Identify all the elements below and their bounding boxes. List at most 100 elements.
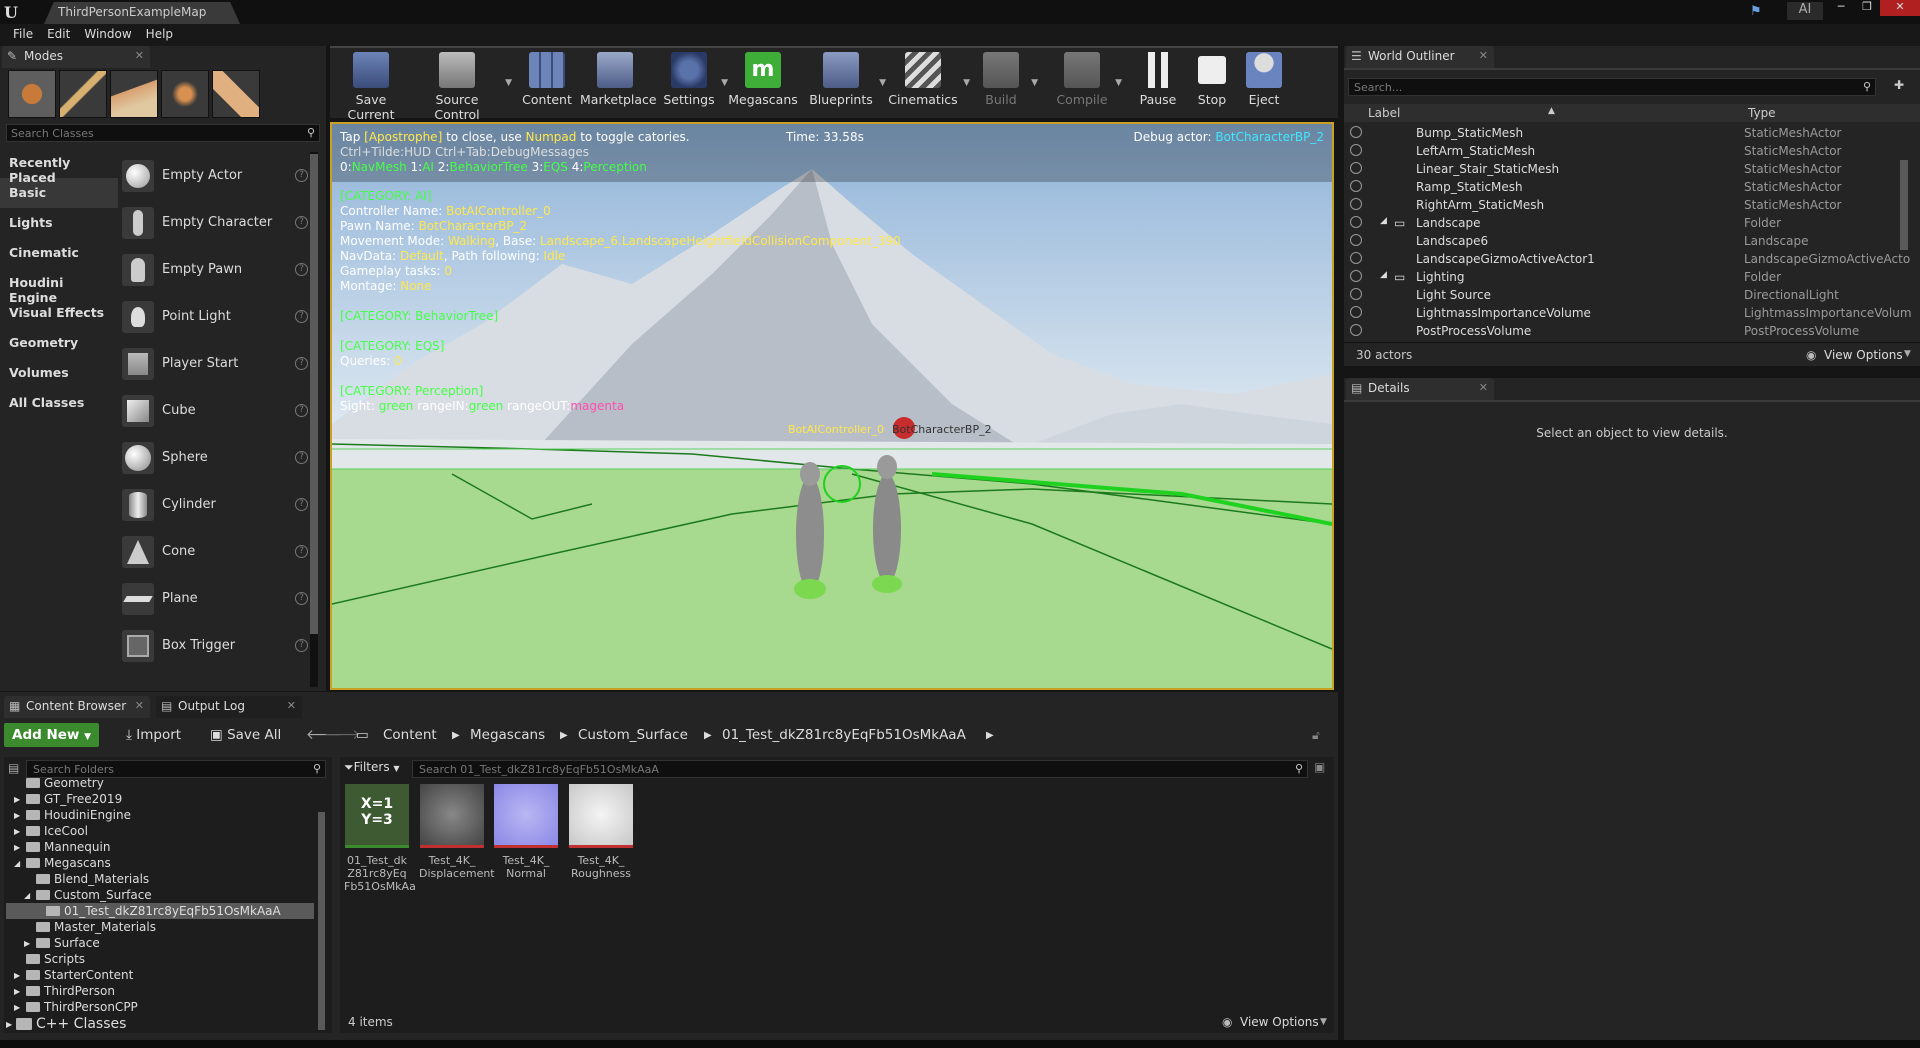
foliage-mode-icon[interactable] <box>161 70 209 118</box>
menu-edit[interactable]: Edit <box>40 24 77 46</box>
folder-item[interactable]: ▶ GT_Free2019 <box>14 791 122 807</box>
compile-button[interactable]: Compile ▼ <box>1054 52 1122 118</box>
visibility-eye-icon[interactable] <box>1350 162 1362 174</box>
category-all-classes[interactable]: All Classes <box>0 388 118 418</box>
folder-item[interactable]: Scripts <box>26 951 85 967</box>
visibility-eye-icon[interactable] <box>1350 126 1362 138</box>
import-button[interactable]: ⤓ Import <box>126 727 181 743</box>
menu-file[interactable]: File <box>6 24 40 46</box>
paint-mode-icon[interactable] <box>59 70 107 118</box>
outliner-row[interactable]: LightmassImportanceVolume LightmassImport… <box>1344 304 1912 322</box>
folder-tree-scroll-thumb[interactable] <box>318 812 325 1030</box>
sort-asc-icon[interactable]: ▲ <box>1548 106 1555 116</box>
class-point-light[interactable]: Point Light? <box>122 293 312 340</box>
outliner-folder-row[interactable]: ◢ ▭ Lighting Folder <box>1344 268 1904 286</box>
folder-item[interactable]: Geometry <box>26 775 104 791</box>
save-current-button[interactable]: Save Current <box>334 52 408 122</box>
help-icon[interactable]: ? <box>295 498 308 511</box>
class-plane[interactable]: Plane? <box>122 575 312 622</box>
forward-arrow-icon[interactable]: 🡒 <box>324 727 360 743</box>
breadcrumb-content[interactable]: Content <box>383 727 437 743</box>
outliner-search-input[interactable]: Search... ⚲ <box>1348 78 1876 96</box>
folder-item[interactable]: ▶ IceCool <box>14 823 88 839</box>
help-icon[interactable]: ? <box>295 216 308 229</box>
outliner-folder-row[interactable]: ◢ ▭ Landscape Folder <box>1344 214 1904 232</box>
class-empty-character[interactable]: Empty Character? <box>122 199 312 246</box>
level-viewport[interactable]: Tap [Apostrophe] to close, use Numpad to… <box>330 122 1334 690</box>
close-tab-icon[interactable]: ✕ <box>1479 381 1488 394</box>
close-tab-icon[interactable]: ✕ <box>135 49 144 62</box>
folder-item-cpp-classes[interactable]: ▶ C++ Classes <box>6 1016 126 1032</box>
folder-item[interactable]: ▶ ThirdPerson <box>14 983 115 999</box>
folder-item[interactable]: ◢ Megascans <box>14 855 111 871</box>
visibility-eye-icon[interactable] <box>1350 216 1362 228</box>
minimize-icon[interactable]: ─ <box>1828 0 1854 16</box>
lock-icon[interactable]: 🔓︎ <box>1312 728 1320 743</box>
visibility-eye-icon[interactable] <box>1350 144 1362 156</box>
eject-button[interactable]: Eject <box>1242 52 1286 118</box>
category-recently-placed[interactable]: Recently Placed <box>0 148 118 185</box>
stop-button[interactable]: Stop <box>1192 52 1232 118</box>
folder-item[interactable]: ▶ Surface <box>24 935 100 951</box>
close-tab-icon[interactable]: ✕ <box>135 699 144 712</box>
ai-badge[interactable]: AI <box>1787 2 1823 20</box>
save-search-icon[interactable]: ▣ <box>1314 760 1325 774</box>
add-new-button[interactable]: Add New ▼ <box>4 723 100 747</box>
maximize-icon[interactable]: ❐ <box>1854 0 1880 16</box>
chevron-down-icon[interactable]: ▼ <box>1320 1017 1327 1027</box>
breadcrumb-arrow-icon[interactable]: ▶ <box>452 730 460 741</box>
folder-item[interactable]: Blend_Materials <box>36 871 149 887</box>
marketplace-button[interactable]: Marketplace <box>580 52 657 118</box>
modes-tab[interactable]: ✎ Modes ✕ <box>2 46 150 68</box>
outliner-row[interactable]: LeftArm_StaticMesh StaticMeshActor <box>1344 142 1904 160</box>
world-outliner-tab[interactable]: ☰ World Outliner ✕ <box>1346 46 1494 68</box>
source-control-button[interactable]: Source Control ▼ <box>414 52 512 122</box>
outliner-row[interactable]: Linear_Stair_StaticMesh StaticMeshActor <box>1344 160 1904 178</box>
folder-item[interactable]: ▶ HoudiniEngine <box>14 807 131 823</box>
visibility-eye-icon[interactable] <box>1350 324 1362 336</box>
visibility-eye-icon[interactable] <box>1350 270 1362 282</box>
visibility-eye-icon[interactable] <box>1350 306 1362 318</box>
column-label[interactable]: Label <box>1368 106 1400 120</box>
class-empty-actor[interactable]: Empty Actor? <box>122 152 312 199</box>
chevron-down-icon[interactable]: ▼ <box>1904 349 1911 359</box>
landscape-mode-icon[interactable] <box>110 70 158 118</box>
help-icon[interactable]: ? <box>295 357 308 370</box>
learn-icon[interactable]: ⚑ <box>1750 4 1762 19</box>
visibility-eye-icon[interactable] <box>1350 234 1362 246</box>
menu-help[interactable]: Help <box>139 24 180 46</box>
menu-window[interactable]: Window <box>77 24 138 46</box>
outliner-scroll-thumb[interactable] <box>1900 160 1908 250</box>
breadcrumb-arrow-icon[interactable]: ▶ <box>986 730 994 741</box>
folder-item[interactable]: ▶ StarterContent <box>14 967 133 983</box>
pause-button[interactable]: Pause <box>1136 52 1180 118</box>
asset-search-input[interactable]: Search 01_Test_dkZ81rc8yEqFb51OsMkAaA ⚲ <box>412 760 1308 778</box>
folder-tree-icon[interactable]: ▤ <box>8 761 19 775</box>
help-icon[interactable]: ? <box>295 451 308 464</box>
close-tab-icon[interactable]: ✕ <box>1479 49 1488 62</box>
outliner-row[interactable]: Light Source DirectionalLight <box>1344 286 1904 304</box>
class-player-start[interactable]: Player Start? <box>122 340 312 387</box>
asset-normal-texture[interactable]: Test_4K_ Normal <box>493 784 559 880</box>
folder-item[interactable]: ◢ Custom_Surface <box>24 887 152 903</box>
details-tab[interactable]: ▤ Details ✕ <box>1346 378 1494 400</box>
folder-item[interactable]: Master_Materials <box>36 919 156 935</box>
modes-scrollbar[interactable] <box>310 152 318 687</box>
content-browser-tab[interactable]: ▦ Content Browser ✕ <box>4 696 150 718</box>
outliner-row[interactable]: LandscapeGizmoActiveActor1 LandscapeGizmo… <box>1344 250 1910 268</box>
folder-item-selected[interactable]: 01_Test_dkZ81rc8yEqFb51OsMkAaA <box>6 903 314 919</box>
folder-item[interactable]: ▶ ThirdPersonCPP <box>14 999 138 1015</box>
breadcrumb-arrow-icon[interactable]: ▶ <box>704 730 712 741</box>
outliner-row[interactable]: PostProcessVolume PostProcessVolume <box>1344 322 1904 340</box>
build-button[interactable]: Build ▼ <box>976 52 1038 118</box>
close-icon[interactable]: ✕ <box>1880 0 1920 16</box>
place-mode-icon[interactable] <box>8 70 56 118</box>
category-houdini-engine[interactable]: Houdini Engine <box>0 268 118 305</box>
help-icon[interactable]: ? <box>295 404 308 417</box>
help-icon[interactable]: ? <box>295 263 308 276</box>
breadcrumb-arrow-icon[interactable]: ▶ <box>560 730 568 741</box>
settings-button[interactable]: Settings ▼ <box>662 52 728 118</box>
chevron-down-icon[interactable]: ▼ <box>963 78 970 88</box>
help-icon[interactable]: ? <box>295 592 308 605</box>
help-icon[interactable]: ? <box>295 169 308 182</box>
